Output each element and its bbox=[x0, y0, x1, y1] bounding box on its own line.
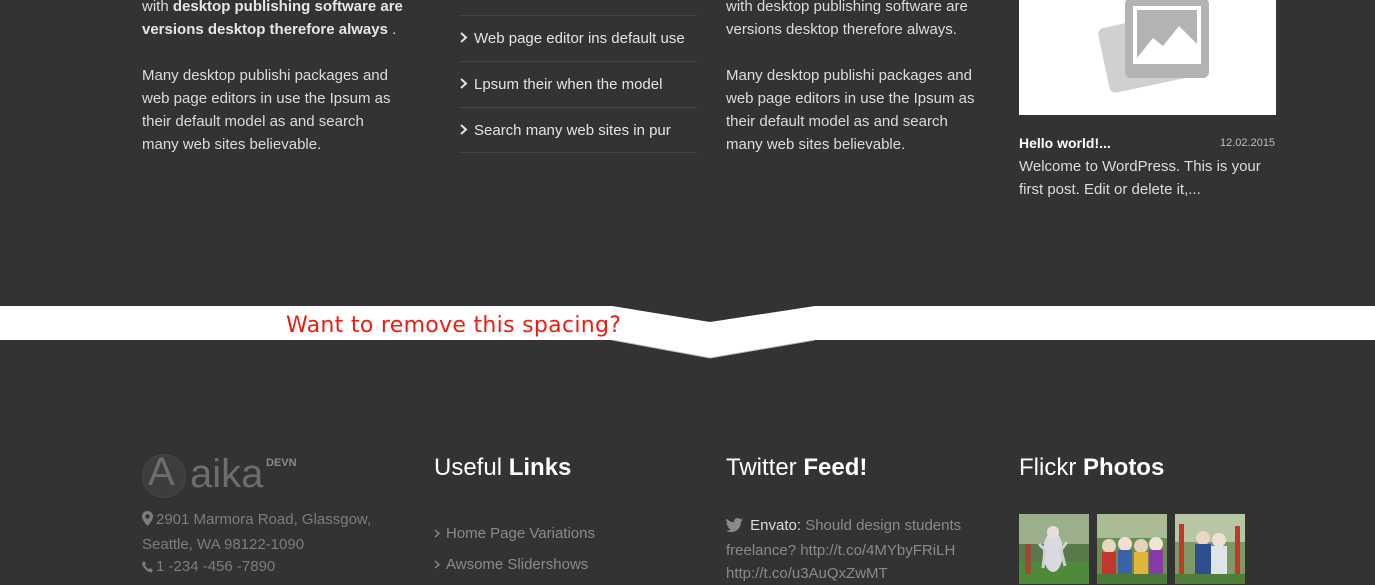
list-item[interactable]: Search many web sites in pur bbox=[459, 107, 697, 153]
body-paragraph: Many desktop publishi packages and web p… bbox=[142, 67, 391, 153]
post-date: 12.02.2015 bbox=[1220, 137, 1276, 149]
flickr-gallery bbox=[1019, 514, 1245, 584]
footer-link-label: Home Page Variations bbox=[446, 525, 595, 542]
post-thumbnail[interactable] bbox=[1019, 0, 1276, 115]
footer-link[interactable]: Awsome Slidershows bbox=[434, 549, 595, 580]
intro-bold-text: desktop publishing software are bbox=[172, 0, 403, 15]
tweet-item: Envato: Should design students freelance… bbox=[726, 514, 971, 585]
tweet-author[interactable]: Envato: bbox=[750, 517, 801, 534]
logo-wordmark: aika bbox=[190, 452, 264, 496]
image-placeholder-icon bbox=[1098, 0, 1209, 93]
heading-bold: Feed! bbox=[803, 454, 868, 481]
flickr-photos-heading: Flickr Photos bbox=[1019, 454, 1164, 482]
footer-link[interactable]: Home Page Variations bbox=[434, 518, 595, 549]
footer-link-label: Awsome Slidershows bbox=[446, 556, 589, 573]
intro-text-2: versions desktop therefore always. bbox=[726, 21, 957, 38]
annotation-text: Want to remove this spacing? bbox=[286, 313, 622, 338]
heading-light: Flickr bbox=[1019, 454, 1083, 481]
intro-paragraph: with desktop publishing software are ver… bbox=[142, 0, 404, 41]
list-item-label: Web page editor ins default use bbox=[474, 30, 685, 47]
footer-address: 2901 Marmora Road, Glassgow, Seattle, WA… bbox=[142, 508, 382, 556]
flickr-photo[interactable] bbox=[1019, 514, 1089, 584]
logo-superscript: DEVN bbox=[266, 457, 297, 469]
chevron-right-icon bbox=[459, 123, 474, 138]
list-item-label: Search many web sites in pur bbox=[474, 121, 671, 139]
footer-phone: 1 -234 -456 -7890 bbox=[142, 558, 275, 577]
twitter-feed-heading: Twitter Feed! bbox=[726, 454, 867, 482]
useful-links-list: Home Page Variations Awsome Slidershows bbox=[434, 518, 595, 580]
intro-bold-text-2: versions desktop therefore always bbox=[142, 21, 388, 38]
twitter-icon bbox=[726, 516, 743, 539]
post-title[interactable]: Hello world!... bbox=[1019, 135, 1111, 151]
text-column-3: with desktop publishing software are ver… bbox=[726, 0, 988, 179]
blog-section: with desktop publishing software are ver… bbox=[0, 0, 1375, 306]
post-excerpt: Welcome to WordPress. This is your first… bbox=[1019, 158, 1261, 198]
flickr-photo[interactable] bbox=[1175, 514, 1245, 584]
map-marker-icon bbox=[142, 510, 153, 533]
phone-icon bbox=[142, 560, 153, 577]
chevron-right-icon bbox=[459, 31, 474, 46]
angle-right-icon bbox=[434, 526, 446, 541]
phone-text: 1 -234 -456 -7890 bbox=[156, 558, 276, 575]
angle-right-icon bbox=[434, 557, 446, 572]
section-divider bbox=[0, 306, 1375, 359]
intro-text-end: . bbox=[387, 21, 397, 38]
chevron-right-icon bbox=[459, 77, 474, 92]
list-item[interactable]: Web page editor ins default use bbox=[459, 15, 697, 61]
footer-logo[interactable]: A aika DEVN bbox=[142, 450, 322, 500]
text-column-1: with desktop publishing software are ver… bbox=[142, 0, 404, 179]
body-paragraph: Many desktop publishi packages and web p… bbox=[726, 67, 975, 153]
list-item[interactable]: Lpsum their when the model bbox=[459, 61, 697, 107]
intro-text: with bbox=[142, 0, 173, 15]
heading-bold: Links bbox=[508, 454, 572, 481]
intro-paragraph: with desktop publishing software are ver… bbox=[726, 0, 988, 41]
logo-initial: A bbox=[148, 450, 175, 494]
intro-text: with desktop publishing software are bbox=[726, 0, 968, 15]
list-item-label: Lpsum their when the model bbox=[474, 76, 663, 93]
useful-links-heading: Useful Links bbox=[434, 454, 571, 482]
address-text: 2901 Marmora Road, Glassgow, Seattle, WA… bbox=[142, 511, 372, 553]
flickr-photo[interactable] bbox=[1097, 514, 1167, 584]
heading-bold: Photos bbox=[1082, 454, 1165, 481]
heading-light: Useful bbox=[434, 454, 509, 481]
feature-link-list: Web page editor ins default use Lpsum th… bbox=[459, 15, 697, 153]
heading-light: Twitter bbox=[726, 454, 804, 481]
